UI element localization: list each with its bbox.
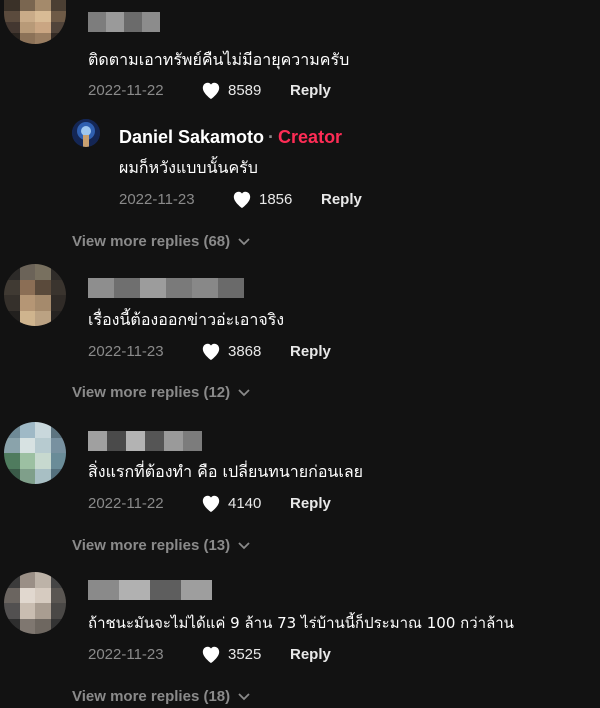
comment-meta: 2022-11-22 8589 Reply bbox=[88, 80, 331, 100]
view-more-replies[interactable]: View more replies (68) bbox=[72, 233, 250, 250]
reply-text: ผมก็หวังแบบนั้นครับ bbox=[119, 158, 258, 177]
comment-text: ติดตามเอาทรัพย์คืนไม่มีอายุความครับ bbox=[88, 50, 350, 69]
avatar-blurred[interactable] bbox=[4, 0, 66, 44]
chevron-down-icon bbox=[238, 237, 250, 245]
reply-button[interactable]: Reply bbox=[290, 495, 331, 512]
heart-icon[interactable] bbox=[200, 644, 222, 664]
comment-meta: 2022-11-23 3868 Reply bbox=[88, 341, 331, 361]
comment-text: ถ้าชนะมันจะไม่ได้แค่ 9 ล้าน 73 ไร่บ้านนี… bbox=[88, 614, 514, 632]
like-count: 8589 bbox=[228, 81, 262, 99]
like-count: 3868 bbox=[228, 342, 262, 360]
creator-badge: Creator bbox=[278, 127, 343, 147]
reply-button[interactable]: Reply bbox=[290, 343, 331, 360]
heart-icon[interactable] bbox=[231, 189, 253, 209]
comment-text: เรื่องนี้ต้องออกข่าวอ่ะเอาจริง bbox=[88, 310, 285, 329]
like-count: 3525 bbox=[228, 645, 262, 663]
view-more-label: View more replies (68) bbox=[72, 233, 231, 250]
comment-date: 2022-11-23 bbox=[88, 645, 164, 663]
heart-icon[interactable] bbox=[200, 80, 222, 100]
chevron-down-icon bbox=[238, 388, 250, 396]
like-count: 4140 bbox=[228, 494, 262, 512]
creator-avatar-image bbox=[72, 119, 100, 147]
username-blurred[interactable] bbox=[88, 580, 212, 600]
view-more-replies[interactable]: View more replies (18) bbox=[72, 688, 250, 705]
reply-button[interactable]: Reply bbox=[321, 191, 362, 208]
view-more-replies[interactable]: View more replies (12) bbox=[72, 384, 250, 401]
username-blurred[interactable] bbox=[88, 431, 202, 451]
creator-header: Daniel Sakamoto · Creator bbox=[119, 127, 342, 148]
username-blurred[interactable] bbox=[88, 278, 244, 298]
heart-icon[interactable] bbox=[200, 341, 222, 361]
creator-avatar[interactable] bbox=[72, 119, 100, 147]
comment-date: 2022-11-23 bbox=[88, 342, 164, 360]
comment-date: 2022-11-22 bbox=[88, 494, 164, 512]
view-more-label: View more replies (13) bbox=[72, 537, 231, 554]
view-more-label: View more replies (12) bbox=[72, 384, 231, 401]
comment-text: สิ่งแรกที่ต้องทำ คือ เปลี่ยนทนายก่อนเลย bbox=[88, 462, 364, 481]
comment-meta: 2022-11-22 4140 Reply bbox=[88, 493, 331, 513]
chevron-down-icon bbox=[238, 541, 250, 549]
reply-button[interactable]: Reply bbox=[290, 82, 331, 99]
chevron-down-icon bbox=[238, 692, 250, 700]
separator-dot: · bbox=[268, 127, 275, 147]
avatar-blurred[interactable] bbox=[4, 572, 66, 634]
reply-meta: 2022-11-23 1856 Reply bbox=[119, 189, 362, 209]
username-blurred[interactable] bbox=[88, 12, 160, 32]
avatar-blurred[interactable] bbox=[4, 264, 66, 326]
heart-icon[interactable] bbox=[200, 493, 222, 513]
like-count: 1856 bbox=[259, 190, 293, 208]
creator-username[interactable]: Daniel Sakamoto bbox=[119, 127, 264, 147]
comment-meta: 2022-11-23 3525 Reply bbox=[88, 644, 331, 664]
comment-date: 2022-11-22 bbox=[88, 81, 164, 99]
avatar-blurred[interactable] bbox=[4, 422, 66, 484]
reply-button[interactable]: Reply bbox=[290, 646, 331, 663]
reply-date: 2022-11-23 bbox=[119, 190, 195, 208]
view-more-label: View more replies (18) bbox=[72, 688, 231, 705]
view-more-replies[interactable]: View more replies (13) bbox=[72, 537, 250, 554]
